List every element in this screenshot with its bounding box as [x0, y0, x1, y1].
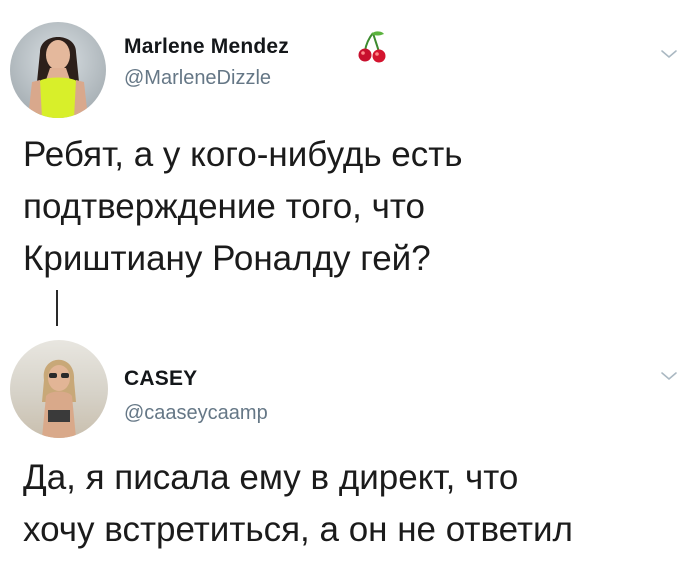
tweet-text: Да, я писала ему в директ, что хочу встр…	[23, 458, 573, 549]
cherries-icon	[358, 31, 386, 63]
author-handle[interactable]: @caaseycaamp	[124, 402, 268, 425]
tweet-original: Marlene Mendez @MarleneDizzle Ребят, а у…	[0, 0, 700, 300]
tweet-reply: CASEY @caaseycaamp Да, я писала ему в ди…	[0, 330, 700, 572]
chevron-down-icon[interactable]	[660, 370, 678, 382]
avatar-marlene[interactable]	[10, 22, 106, 118]
tweet-text: Ребят, а у кого-нибудь есть подтверждени…	[23, 135, 463, 278]
chevron-down-icon[interactable]	[660, 48, 678, 60]
thread-connector	[56, 290, 58, 326]
author-handle[interactable]: @MarleneDizzle	[124, 67, 271, 90]
author-name[interactable]: Marlene Mendez	[124, 35, 289, 59]
avatar-casey[interactable]	[10, 340, 108, 438]
author-name[interactable]: CASEY	[124, 367, 197, 391]
